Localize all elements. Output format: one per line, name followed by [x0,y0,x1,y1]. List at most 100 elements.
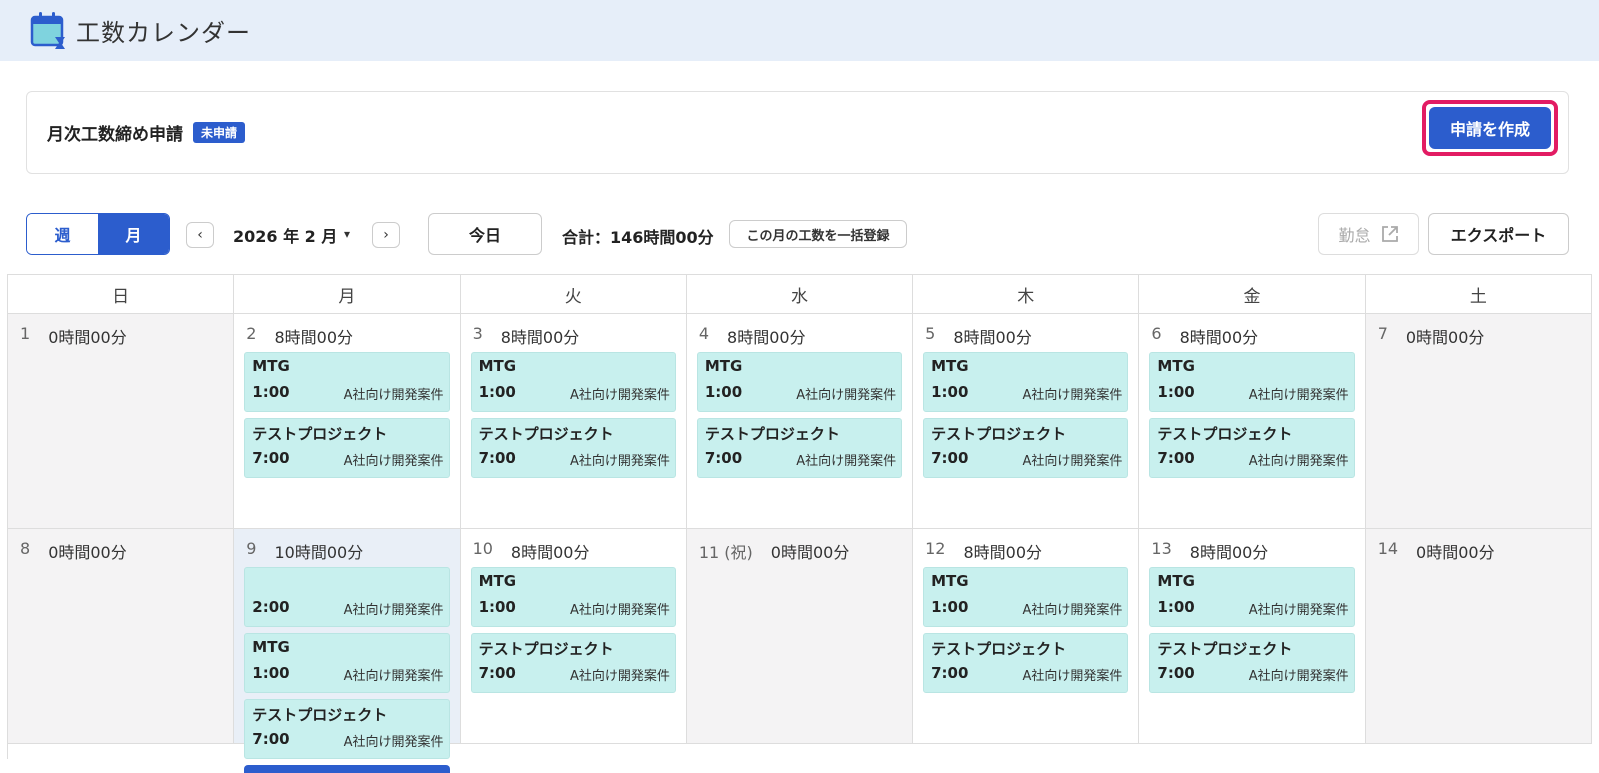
entry-duration: 7:00 [478,449,516,467]
calendar-hourglass-icon [30,11,65,49]
work-entry[interactable]: テストプロジェクト 7:00 A社向け開発案件 [470,418,676,478]
day-number: 3 [472,324,483,343]
day-header: 8 0時間00分 [20,539,221,562]
entry-duration: 1:00 [252,664,290,682]
day-hours: 8時間00分 [274,328,354,347]
day-hours: 8時間00分 [1179,328,1259,347]
entry-duration: 7:00 [931,664,969,682]
month-calendar: 日月火水木金土 1 0時間00分 2 8時間00分 MTG 1:00 A社向け開発案件 テスト… [7,274,1592,773]
entry-duration: 1:00 [704,383,743,401]
work-entry-partial[interactable] [244,765,450,773]
work-entry[interactable]: テストプロジェクト 7:00 A社向け開発案件 [244,418,450,478]
entry-task-name: テストプロジェクト [478,425,614,443]
day-hours: 0時間00分 [48,328,127,347]
day-cell[interactable]: 1 0時間00分 [8,314,235,529]
day-header: 14 0時間00分 [1378,539,1579,562]
export-button[interactable]: エクスポート [1428,213,1569,255]
day-cell[interactable]: 3 8時間00分 MTG 1:00 A社向け開発案件 テストプロジェクト 7:00 A社向け開… [460,314,687,529]
day-cell[interactable]: 12 8時間00分 MTG 1:00 A社向け開発案件 テストプロジェクト 7:00 A社向け… [913,529,1140,744]
entry-task-name: テストプロジェクト [931,425,1067,443]
day-number: 6 [1151,324,1162,343]
entry-project: A社向け開発案件 [343,388,444,403]
day-number: 10 [472,539,493,558]
day-header: 10 8時間00分 [472,539,674,562]
work-entry[interactable]: MTG 1:00 A社向け開発案件 [1149,567,1355,627]
day-cell[interactable]: 14 0時間00分 [1365,529,1592,744]
entry-task-name: テストプロジェクト [252,706,388,724]
entry-duration: 7:00 [1157,664,1195,682]
monthly-closing-card: 月次工数締め申請 未申請 申請を作成 [26,91,1569,174]
work-entry[interactable]: MTG 1:00 A社向け開発案件 [923,567,1129,627]
entry-task-name: MTG [478,357,517,375]
day-cell[interactable]: 2 8時間00分 MTG 1:00 A社向け開発案件 テストプロジェクト 7:00 A社向け開… [234,314,461,529]
work-entry[interactable]: テストプロジェクト 7:00 A社向け開発案件 [470,633,676,693]
today-button[interactable]: 今日 [428,213,542,255]
weekday-header: 月 [234,275,461,314]
bulk-register-button[interactable]: この月の工数を一括登録 [729,220,907,248]
day-cell[interactable]: 4 8時間00分 MTG 1:00 A社向け開発案件 テストプロジェクト 7:00 A社向け開… [686,314,914,529]
work-entry[interactable]: MTG 1:00 A社向け開発案件 [1149,352,1355,412]
work-entry[interactable]: テストプロジェクト 7:00 A社向け開発案件 [1149,418,1355,478]
entry-project: A社向け開発案件 [343,603,444,618]
day-cell[interactable]: 8 0時間00分 [8,529,235,744]
work-entry[interactable]: MTG 1:00 A社向け開発案件 [244,352,450,412]
week-view-tab[interactable]: 週 [27,214,98,254]
day-hours: 0時間00分 [770,543,850,562]
entry-task-name: MTG [252,357,290,375]
month-view-tab[interactable]: 月 [98,214,169,254]
day-cell[interactable]: 11 (祝) 0時間00分 [686,529,914,744]
work-entry[interactable]: MTG 1:00 A社向け開発案件 [470,352,676,412]
day-hours: 8時間00分 [500,328,580,347]
work-entry[interactable]: テストプロジェクト 7:00 A社向け開発案件 [923,633,1129,693]
attendance-button[interactable]: 勤怠 [1318,213,1419,255]
day-cell[interactable]: 9 10時間00分 2:00 A社向け開発案件 MTG 1:00 A社向け開発案件 テストプロ… [234,529,461,773]
entry-task-name: MTG [1157,357,1195,375]
day-number: 12 [925,539,946,558]
entry-task-name: テストプロジェクト [1157,640,1293,658]
work-entry[interactable]: MTG 1:00 A社向け開発案件 [244,633,450,693]
attendance-label: 勤怠 [1338,226,1371,245]
day-header: 5 8時間00分 [925,324,1126,347]
work-entry[interactable]: テストプロジェクト 7:00 A社向け開発案件 [1149,633,1355,693]
work-entry[interactable]: MTG 1:00 A社向け開発案件 [470,567,676,627]
work-entry[interactable]: MTG 1:00 A社向け開発案件 [923,352,1129,412]
day-hours: 0時間00分 [48,543,127,562]
caret-down-icon[interactable]: ▾ [344,227,350,241]
day-cell[interactable]: 7 0時間00分 [1365,314,1592,529]
entry-duration: 1:00 [478,383,516,401]
prev-month-button[interactable]: ‹ [186,222,214,248]
entry-task-name: MTG [1157,572,1195,590]
create-request-button[interactable]: 申請を作成 [1429,107,1551,149]
monthly-total: 合計：146時間00分 [562,228,714,247]
entry-duration: 7:00 [478,664,516,682]
next-month-button[interactable]: › [372,222,400,248]
entry-project: A社向け開発案件 [343,454,444,469]
entry-task-name: MTG [931,572,969,590]
entry-project: A社向け開発案件 [569,669,670,684]
entry-project: A社向け開発案件 [1022,603,1123,618]
entry-task-name: テストプロジェクト [478,640,614,658]
day-cell[interactable]: 6 8時間00分 MTG 1:00 A社向け開発案件 テストプロジェクト 7:00 A社向け開… [1139,314,1366,529]
day-header: 6 8時間00分 [1151,324,1352,347]
calendar-weeks: 1 0時間00分 2 8時間00分 MTG 1:00 A社向け開発案件 テストプロジェクト 7:… [8,314,1592,773]
entry-project: A社向け開発案件 [1248,388,1349,403]
day-number: 2 [246,324,257,343]
work-entry[interactable]: 2:00 A社向け開発案件 [244,567,450,627]
current-month-label[interactable]: 2026 年 2 月 [233,223,337,247]
day-cell[interactable]: 10 8時間00分 MTG 1:00 A社向け開発案件テストプロジェクト 7:00 A社向け… [460,529,687,744]
work-entry[interactable]: テストプロジェクト 7:00 A社向け開発案件 [923,418,1129,478]
day-cell[interactable]: 5 8時間00分 MTG 1:00 A社向け開発案件 テストプロジェクト 7:00 A社向け開… [913,314,1140,529]
work-entry[interactable]: テストプロジェクト 7:00 A社向け開発案件 [244,699,450,759]
entry-duration: 7:00 [252,730,290,748]
entry-project: A社向け開発案件 [796,454,897,469]
work-entry[interactable]: MTG 1:00 A社向け開発案件 [696,352,903,412]
day-hours: 0時間00分 [1416,543,1495,562]
work-entry[interactable]: テストプロジェクト 7:00 A社向け開発案件 [696,418,903,478]
chevron-left-icon: ‹ [197,227,203,243]
entry-project: A社向け開発案件 [1022,454,1123,469]
day-number: 13 [1151,539,1172,558]
entry-duration: 1:00 [478,598,516,616]
day-cell[interactable]: 13 8時間00分 MTG 1:00 A社向け開発案件 テストプロジェクト 7:00 A社向け… [1139,529,1366,744]
entry-project: A社向け開発案件 [569,454,670,469]
day-hours: 8時間00分 [963,543,1043,562]
